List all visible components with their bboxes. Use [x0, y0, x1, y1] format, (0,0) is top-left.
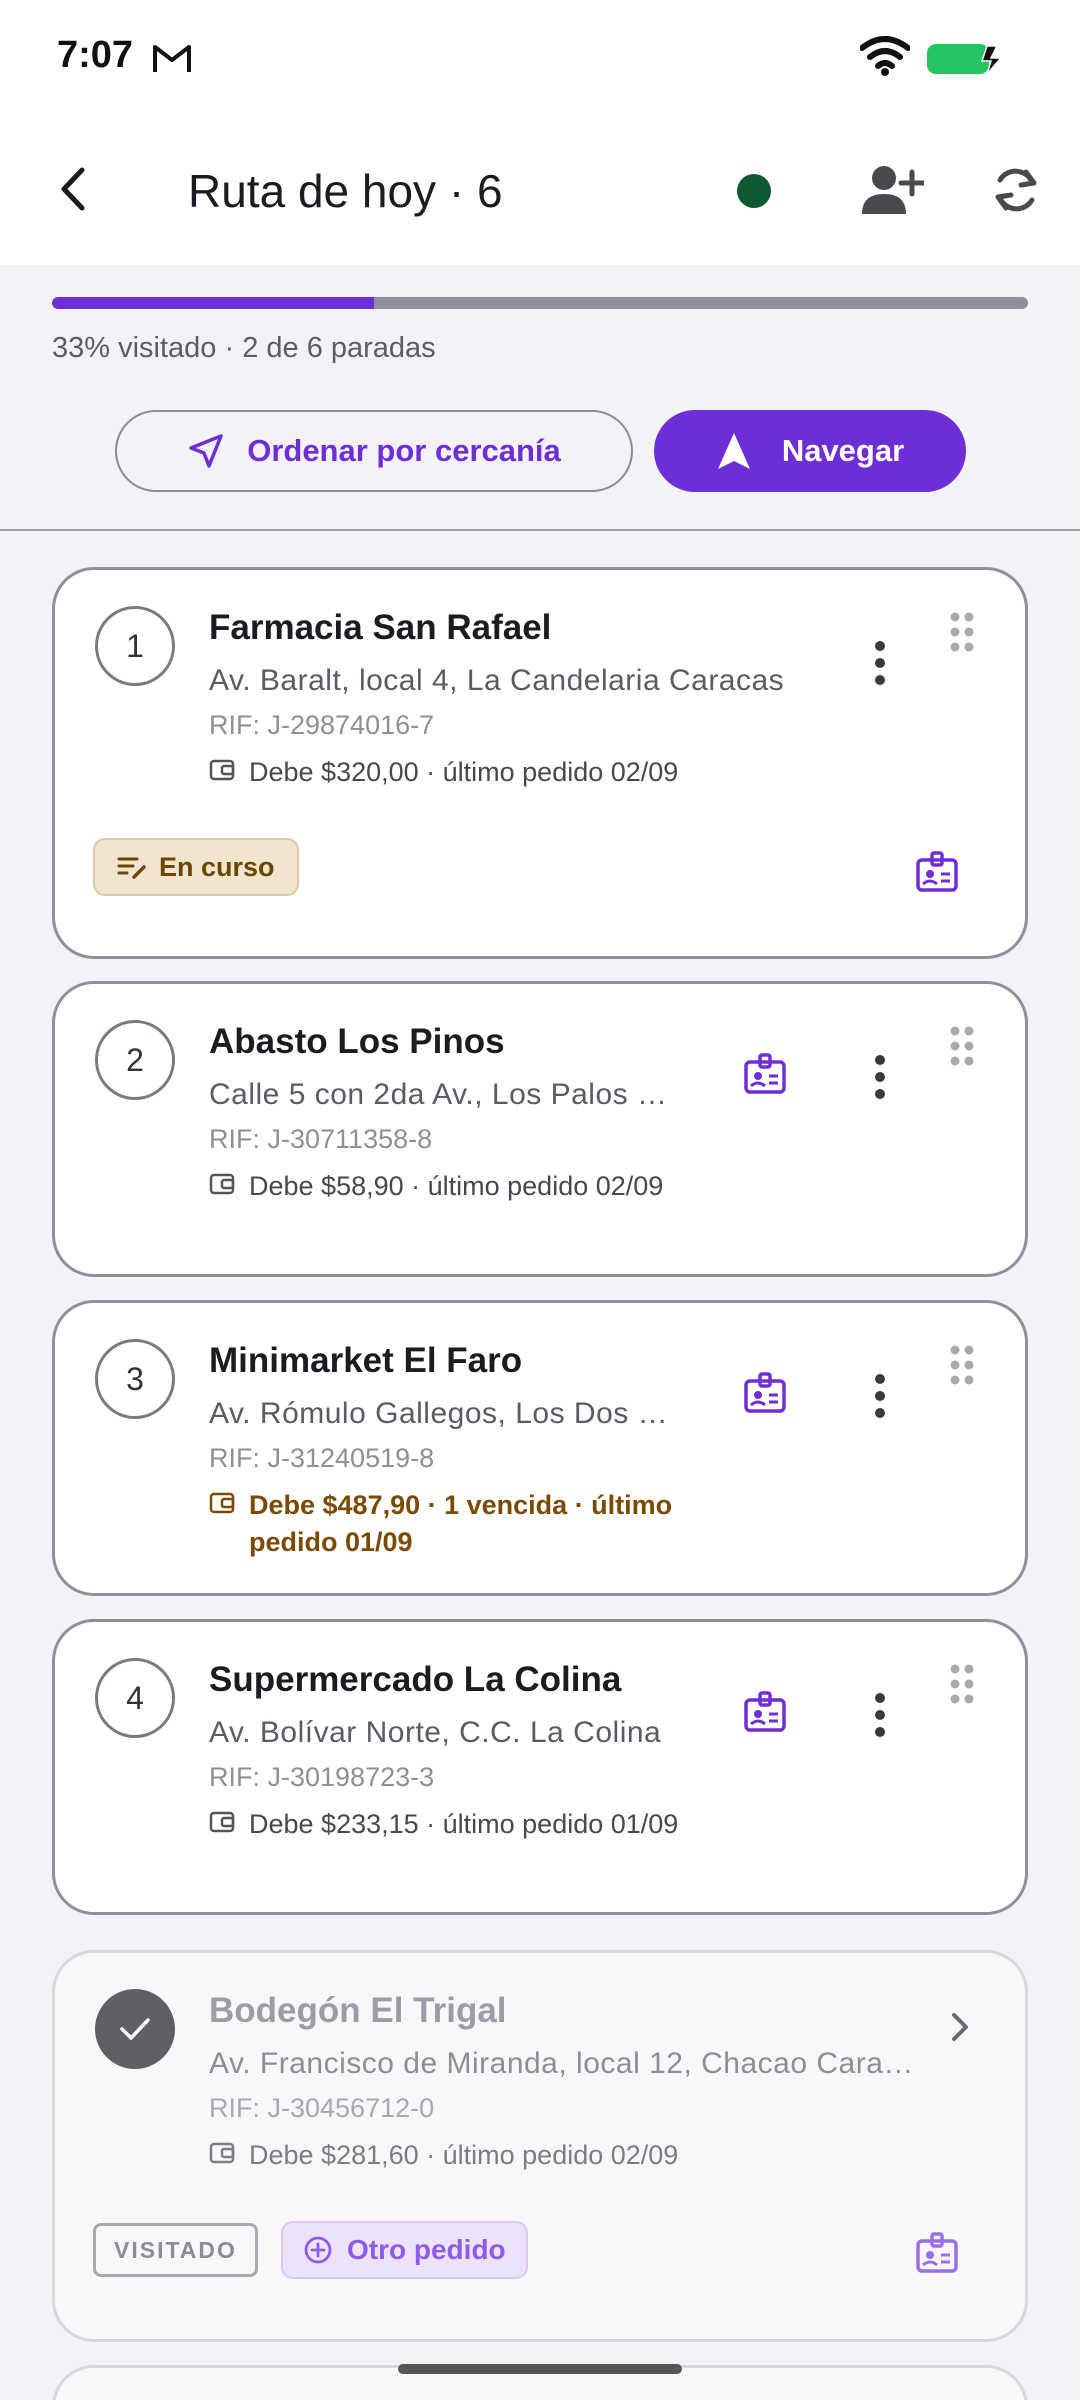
stop-debt: Debe $233,15 · último pedido 01/09	[209, 1806, 679, 1843]
more-options-icon[interactable]	[870, 1054, 890, 1100]
add-user-icon[interactable]	[860, 162, 924, 218]
chevron-right-icon[interactable]	[945, 2007, 975, 2047]
stop-debt-text: Debe $58,90 · último pedido 02/09	[249, 1171, 664, 1201]
location-arrow-icon	[189, 434, 223, 468]
another-order-button[interactable]: Otro pedido	[281, 2221, 528, 2279]
stop-address: Av. Bolívar Norte, C.C. La Colina	[209, 1716, 662, 1749]
stop-name: Bodegón El Trigal	[209, 1991, 507, 2030]
contact-card-icon[interactable]	[915, 2231, 959, 2275]
stop-rif: RIF: J-30711358-8	[209, 1124, 433, 1154]
stop-name: Farmacia San Rafael	[209, 608, 552, 647]
wallet-icon	[209, 759, 235, 781]
route-progress-bar	[52, 297, 1028, 309]
more-options-icon[interactable]	[870, 1692, 890, 1738]
stop-number: 3	[95, 1339, 175, 1419]
stop-rif: RIF: J-30198723-3	[209, 1762, 435, 1792]
drag-handle-icon[interactable]	[949, 612, 975, 652]
more-options-icon[interactable]	[870, 640, 890, 686]
stop-card[interactable]: 2 Abasto Los Pinos Calle 5 con 2da Av., …	[52, 981, 1028, 1277]
home-indicator[interactable]	[398, 2364, 682, 2374]
status-time: 7:07	[57, 34, 134, 76]
section-divider	[0, 529, 1080, 531]
contact-card-icon[interactable]	[915, 850, 959, 894]
contact-card-icon[interactable]	[743, 1371, 787, 1415]
contact-card-icon[interactable]	[743, 1690, 787, 1734]
app-header: Ruta de hoy · 6	[0, 120, 1080, 265]
back-arrow-icon[interactable]	[50, 164, 100, 214]
connection-status-dot	[737, 174, 771, 208]
another-order-label: Otro pedido	[347, 2234, 506, 2265]
stop-debt: Debe $58,90 · último pedido 02/09	[209, 1168, 679, 1205]
stop-rif: RIF: J-31240519-8	[209, 1443, 435, 1473]
visited-check	[95, 1989, 175, 2069]
stop-name: Abasto Los Pinos	[209, 1022, 505, 1061]
navigation-arrow-icon	[717, 433, 750, 469]
status-chip-label: En curso	[159, 851, 275, 882]
stop-debt-text: Debe $320,00 · último pedido 02/09	[249, 757, 679, 787]
navigate-label: Navegar	[781, 433, 905, 468]
stop-address: Av. Rómulo Gallegos, Los Dos Caminos	[209, 1397, 687, 1430]
stop-debt: Debe $320,00 · último pedido 02/09	[209, 754, 909, 791]
sort-by-proximity-button[interactable]: Ordenar por cercanía	[115, 410, 633, 492]
stop-card[interactable]: 4 Supermercado La Colina Av. Bolívar Nor…	[52, 1619, 1028, 1915]
stop-number: 2	[95, 1020, 175, 1100]
stop-name: Minimarket El Faro	[209, 1341, 523, 1380]
plus-circle-icon	[304, 2236, 332, 2264]
stop-debt: Debe $281,60 · último pedido 02/09	[209, 2137, 909, 2174]
edit-note-icon	[117, 857, 146, 879]
sort-by-proximity-label: Ordenar por cercanía	[247, 433, 561, 468]
stop-debt-text: Debe $487,90 · 1 vencida · último pedido…	[249, 1490, 673, 1557]
navigate-button[interactable]: Navegar	[654, 410, 966, 492]
status-chip-in-progress: En curso	[93, 838, 299, 896]
stop-card[interactable]: 3 Minimarket El Faro Av. Rómulo Gallegos…	[52, 1300, 1028, 1596]
stop-debt-text: Debe $233,15 · último pedido 01/09	[249, 1809, 679, 1839]
stop-debt-text: Debe $281,60 · último pedido 02/09	[249, 2140, 679, 2170]
stop-address: Av. Francisco de Miranda, local 12, Chac…	[209, 2047, 919, 2080]
wallet-icon	[209, 1492, 235, 1514]
stop-number: 4	[95, 1658, 175, 1738]
stop-address: Calle 5 con 2da Av., Los Palos Grandes	[209, 1078, 687, 1111]
battery-charging-icon	[927, 44, 1003, 75]
route-progress-fill	[52, 297, 375, 309]
stop-debt-overdue: Debe $487,90 · 1 vencida · último pedido…	[209, 1487, 679, 1561]
stop-rif: RIF: J-29874016-7	[209, 710, 435, 740]
sync-icon[interactable]	[990, 164, 1042, 216]
page-title: Ruta de hoy · 6	[188, 165, 503, 217]
more-options-icon[interactable]	[870, 1373, 890, 1419]
drag-handle-icon[interactable]	[949, 1026, 975, 1066]
stop-name: Supermercado La Colina	[209, 1660, 622, 1699]
gmail-icon	[153, 45, 191, 72]
stop-number: 1	[95, 606, 175, 686]
wallet-icon	[209, 2142, 235, 2164]
contact-card-icon[interactable]	[743, 1052, 787, 1096]
stop-card-visited[interactable]: Bodegón El Trigal Av. Francisco de Miran…	[52, 1950, 1028, 2342]
wifi-icon	[860, 36, 910, 76]
stop-rif: RIF: J-30456712-0	[209, 2093, 435, 2123]
stop-address: Av. Baralt, local 4, La Candelaria Carac…	[209, 664, 785, 697]
drag-handle-icon[interactable]	[949, 1664, 975, 1704]
progress-text: 33% visitado · 2 de 6 paradas	[52, 332, 436, 364]
stop-card[interactable]: 1 Farmacia San Rafael Av. Baralt, local …	[52, 567, 1028, 959]
check-icon	[120, 2018, 150, 2040]
status-bar: 7:07	[0, 0, 1080, 120]
wallet-icon	[209, 1811, 235, 1833]
visited-chip: VISITADO	[93, 2223, 258, 2277]
drag-handle-icon[interactable]	[949, 1345, 975, 1385]
wallet-icon	[209, 1173, 235, 1195]
